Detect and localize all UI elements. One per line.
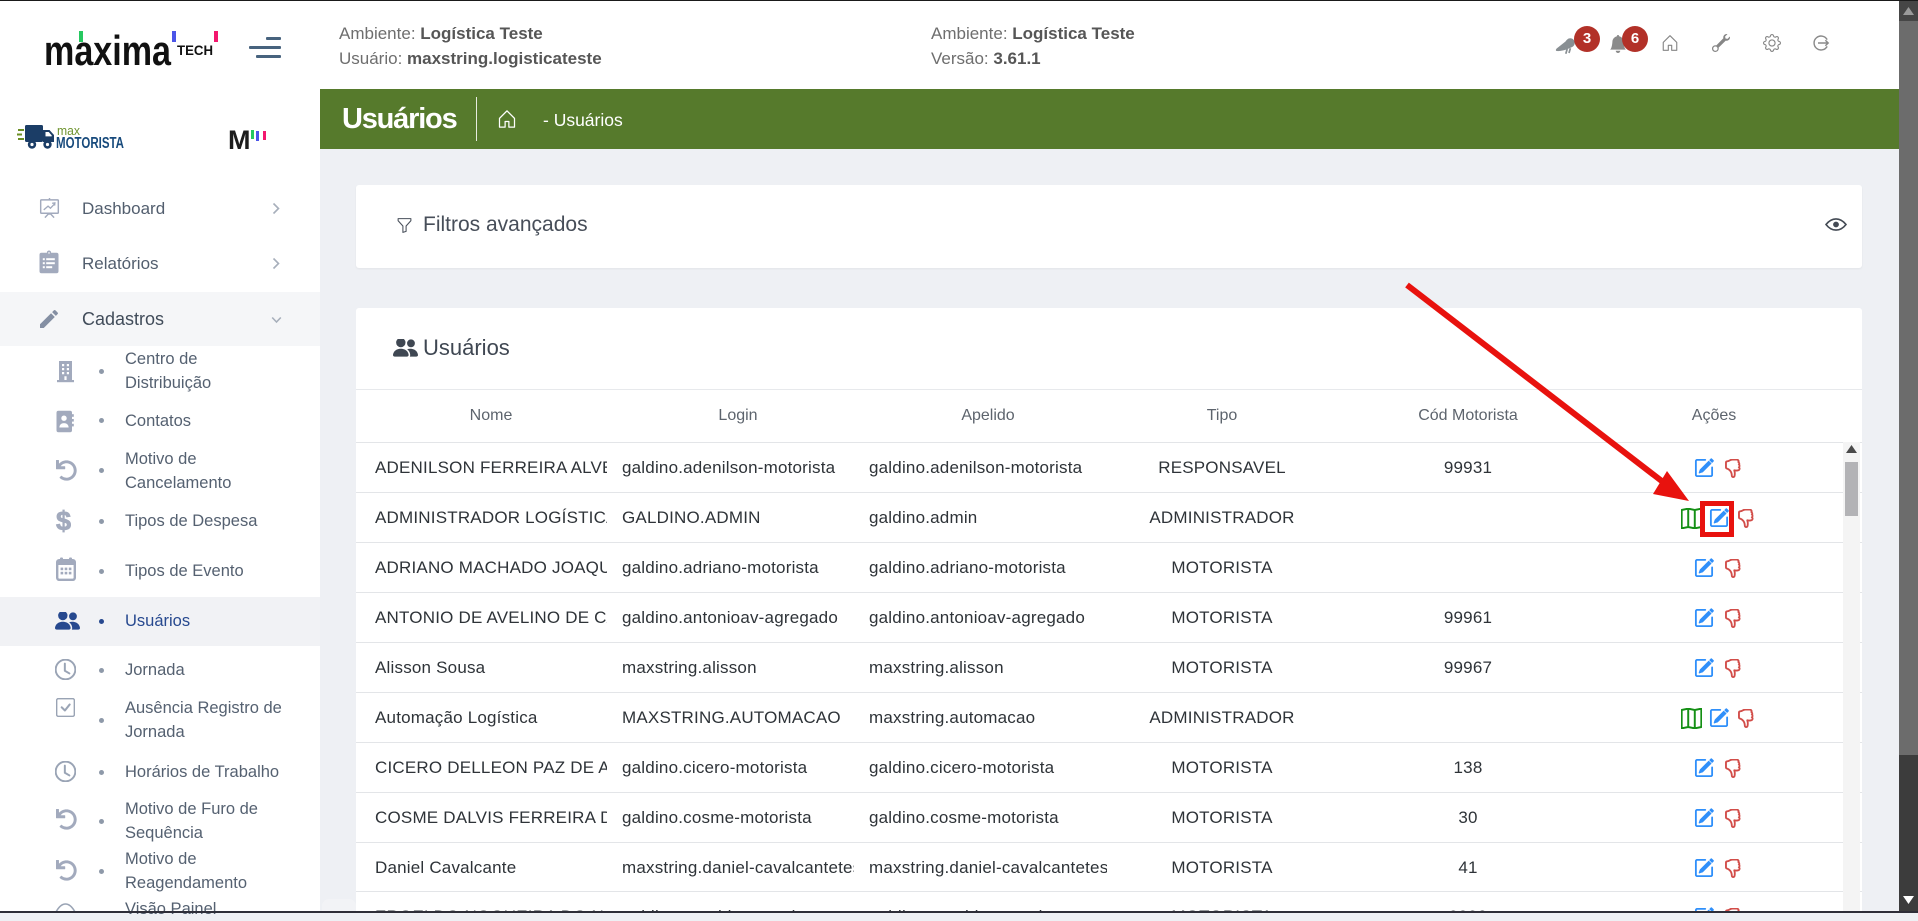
svg-text:maxima: maxima xyxy=(44,27,172,72)
svg-text:MOTORISTA: MOTORISTA xyxy=(56,135,124,152)
svg-text:TECH: TECH xyxy=(177,42,213,58)
